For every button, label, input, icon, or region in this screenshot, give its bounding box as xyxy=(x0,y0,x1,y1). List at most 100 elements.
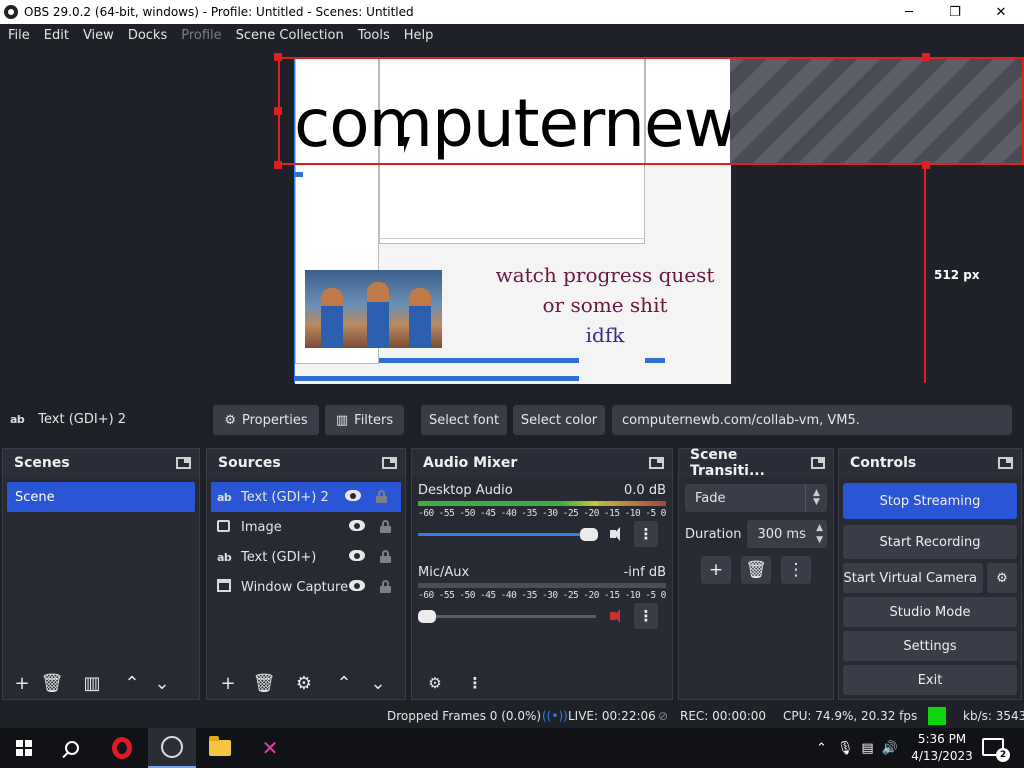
remove-scene-button[interactable]: 🗑 xyxy=(37,669,67,697)
lock-icon[interactable] xyxy=(380,520,391,533)
volume-icon[interactable]: 🔊 xyxy=(882,741,898,756)
properties-button[interactable]: ⚙ Properties xyxy=(213,405,319,435)
clock[interactable]: 5:36 PM 4/13/2023 xyxy=(906,731,978,765)
volume-slider[interactable] xyxy=(418,527,598,541)
move-source-up-button[interactable]: ⌃ xyxy=(329,669,359,697)
transition-menu-button[interactable]: ⋮ xyxy=(781,556,811,584)
selected-source-name: Text (GDI+) 2 xyxy=(38,412,127,427)
spin-arrows-icon[interactable]: ▲ ▼ xyxy=(816,522,823,546)
overlay-line-3: idfk xyxy=(585,323,625,347)
eye-icon[interactable] xyxy=(349,520,365,531)
menu-scene-collection[interactable]: Scene Collection xyxy=(229,28,351,43)
opera-taskbar-button[interactable] xyxy=(98,728,146,768)
speaker-icon[interactable] xyxy=(610,527,626,541)
start-button[interactable] xyxy=(0,728,48,768)
selection-box[interactable] xyxy=(278,57,1024,165)
menu-help[interactable]: Help xyxy=(397,28,441,43)
source-item-text-gdi-2[interactable]: ab Text (GDI+) 2 xyxy=(211,482,401,512)
duration-field[interactable]: 300 ms ▲ ▼ xyxy=(747,520,827,548)
text-content-field[interactable]: computernewb.com/collab-vm, VM5. xyxy=(612,405,1012,435)
minimize-button[interactable]: ─ xyxy=(886,0,932,24)
add-scene-button[interactable]: + xyxy=(7,669,37,697)
captured-progress-bar-2 xyxy=(645,358,665,363)
menu-profile[interactable]: Profile xyxy=(174,28,228,43)
move-source-down-button[interactable]: ⌄ xyxy=(363,669,393,697)
volume-slider-knob[interactable] xyxy=(418,609,436,623)
menu-edit[interactable]: Edit xyxy=(37,28,76,43)
obs-taskbar-button[interactable] xyxy=(148,728,196,768)
source-label: Image xyxy=(241,519,282,535)
scene-item[interactable]: Scene xyxy=(7,482,195,512)
cpu-fps: CPU: 74.9%, 20.32 fps xyxy=(783,709,918,723)
exit-button[interactable]: Exit xyxy=(843,665,1017,695)
undock-icon[interactable] xyxy=(176,457,191,469)
select-font-button[interactable]: Select font xyxy=(421,405,507,435)
bitrate: kb/s: 3543 xyxy=(963,709,1024,723)
channel-menu-button[interactable]: ⋮ xyxy=(634,521,658,547)
eye-icon[interactable] xyxy=(345,490,361,501)
stop-streaming-button[interactable]: Stop Streaming xyxy=(843,483,1017,519)
move-scene-up-button[interactable]: ⌃ xyxy=(117,669,147,697)
preview-area[interactable]: watch progress quest or some shit idfk c… xyxy=(0,47,1024,394)
resize-handle-l[interactable] xyxy=(274,107,282,115)
source-item-window-capture[interactable]: Window Capture xyxy=(207,572,405,602)
source-item-text-gdi[interactable]: ab Text (GDI+) xyxy=(207,542,405,572)
select-color-label: Select color xyxy=(520,412,598,428)
filters-button[interactable]: ▥ Filters xyxy=(325,405,404,435)
menu-view[interactable]: View xyxy=(76,28,121,43)
live-time: LIVE: 00:22:06 xyxy=(568,709,656,723)
mouse-cursor-icon xyxy=(404,137,410,153)
lock-icon[interactable] xyxy=(380,580,391,593)
maximize-button[interactable]: ❐ xyxy=(932,0,978,24)
remove-transition-button[interactable]: 🗑 xyxy=(741,556,771,584)
volume-slider[interactable] xyxy=(418,609,596,623)
settings-button[interactable]: Settings xyxy=(843,631,1017,661)
source-label: Text (GDI+) 2 xyxy=(241,489,329,505)
file-explorer-taskbar-button[interactable] xyxy=(196,728,244,768)
eye-icon[interactable] xyxy=(349,580,365,591)
undock-icon[interactable] xyxy=(382,457,397,469)
volume-slider-knob[interactable] xyxy=(580,527,598,541)
menu-tools[interactable]: Tools xyxy=(351,28,397,43)
lock-icon[interactable] xyxy=(376,490,387,503)
start-virtual-camera-button[interactable]: Start Virtual Camera xyxy=(843,563,983,593)
app-taskbar-button[interactable]: ✕ xyxy=(246,728,294,768)
advanced-audio-button[interactable]: ⚙ xyxy=(420,669,450,697)
add-source-button[interactable]: + xyxy=(213,669,243,697)
menu-file[interactable]: File xyxy=(1,28,37,43)
eye-icon[interactable] xyxy=(349,550,365,561)
undock-icon[interactable] xyxy=(810,457,826,469)
source-properties-button[interactable]: ⚙ xyxy=(289,669,319,697)
select-color-button[interactable]: Select color xyxy=(513,405,605,435)
transition-selected: Fade xyxy=(695,490,726,506)
resize-handle-bl[interactable] xyxy=(274,161,282,169)
resize-handle-tl[interactable] xyxy=(274,53,282,61)
source-item-image[interactable]: Image xyxy=(207,512,405,542)
add-transition-button[interactable]: + xyxy=(701,556,731,584)
studio-mode-button[interactable]: Studio Mode xyxy=(843,597,1017,627)
chevron-up-icon[interactable]: ⌃ xyxy=(816,741,827,756)
obs-app-icon xyxy=(4,5,18,19)
remove-source-button[interactable]: 🗑 xyxy=(249,669,279,697)
microphone-icon[interactable]: 🎙 xyxy=(837,741,854,756)
menu-docks[interactable]: Docks xyxy=(121,28,174,43)
resize-handle-t[interactable] xyxy=(922,53,930,61)
muted-speaker-icon[interactable] xyxy=(610,609,626,623)
select-font-label: Select font xyxy=(428,412,500,428)
transition-select[interactable]: Fade ▲ ▼ xyxy=(685,484,827,512)
window-controls: ─ ❐ ✕ xyxy=(886,0,1024,24)
network-icon[interactable]: ▤ xyxy=(861,741,873,756)
undock-icon[interactable] xyxy=(998,457,1013,469)
undock-icon[interactable] xyxy=(649,457,664,469)
close-button[interactable]: ✕ xyxy=(978,0,1024,24)
lock-icon[interactable] xyxy=(380,550,391,563)
move-scene-down-button[interactable]: ⌄ xyxy=(147,669,177,697)
scenes-footer: + 🗑 ▥ ⌃ ⌄ xyxy=(3,667,199,699)
start-recording-button[interactable]: Start Recording xyxy=(843,525,1017,559)
mixer-menu-button[interactable]: ⋮ xyxy=(460,669,490,697)
search-button[interactable] xyxy=(48,728,96,768)
scene-filters-button[interactable]: ▥ xyxy=(77,669,107,697)
virtual-camera-settings-button[interactable]: ⚙ xyxy=(987,563,1017,593)
channel-menu-button[interactable]: ⋮ xyxy=(634,603,658,629)
meter-scale: -60 -55 -50 -45 -40 -35 -30 -25 -20 -15 -10 -5 0 xyxy=(418,508,666,519)
